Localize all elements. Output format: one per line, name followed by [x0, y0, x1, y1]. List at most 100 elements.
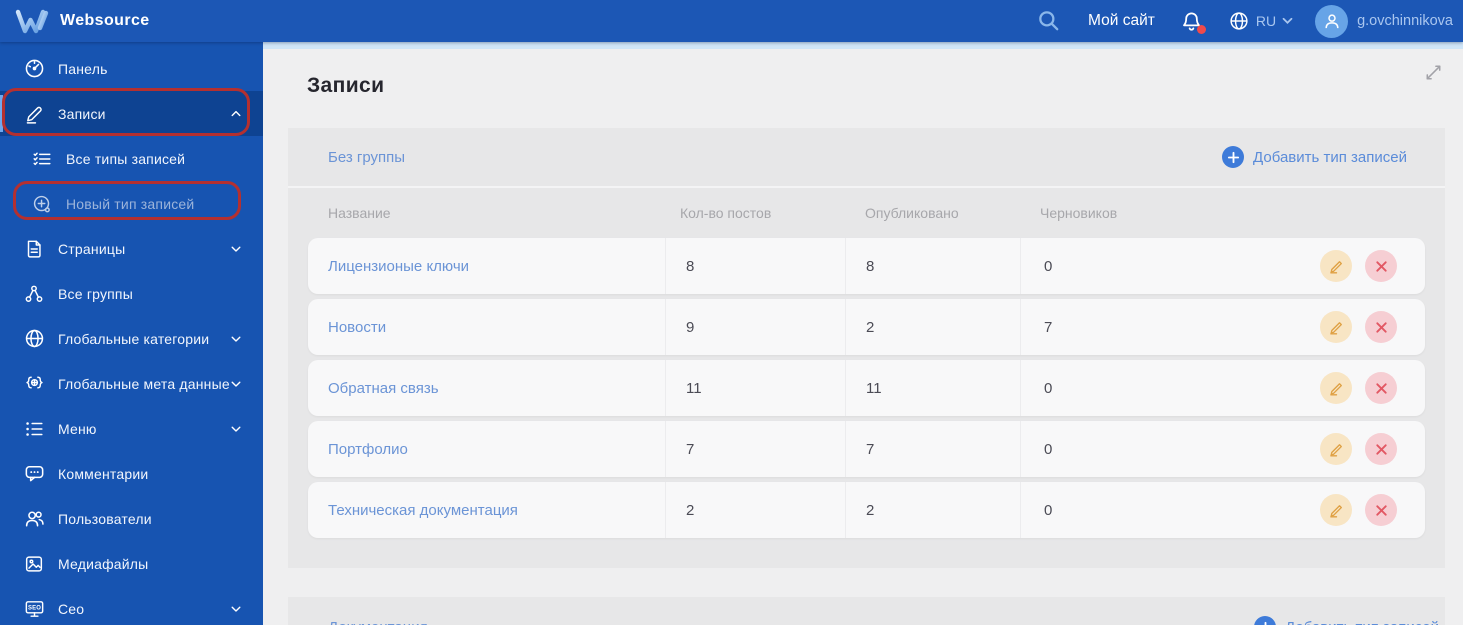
chevron-down-icon[interactable]	[229, 377, 243, 394]
sidebar-item-label: Пользователи	[58, 510, 152, 527]
delete-button[interactable]	[1365, 433, 1397, 465]
chevron-down-icon	[1282, 17, 1293, 25]
record-type-link[interactable]: Лицензионые ключи	[328, 258, 469, 275]
chevron-down-icon[interactable]	[229, 332, 243, 349]
published-count: 11	[845, 360, 1020, 416]
chevron-up-icon[interactable]	[229, 107, 243, 124]
table-row: Лицензионые ключи 8 8 0	[308, 238, 1425, 294]
language-selector[interactable]: RU	[1228, 10, 1293, 32]
row-actions	[1320, 372, 1397, 404]
chevron-down-icon[interactable]	[229, 422, 243, 439]
sidebar-item-pages[interactable]: Страницы	[0, 226, 263, 271]
add-button-label: Добавить тип записей	[1285, 619, 1439, 625]
posts-count: 8	[665, 238, 845, 294]
notification-badge	[1196, 24, 1206, 34]
comment-icon	[22, 462, 46, 486]
sidebar-item-new-record-type[interactable]: Новый тип записей	[0, 181, 263, 226]
brand-name: Websource	[60, 12, 150, 29]
sidebar-item-label: Меню	[58, 420, 97, 437]
my-site-link[interactable]: Мой сайт	[1088, 12, 1155, 30]
sidebar-item-all-record-types[interactable]: Все типы записей	[0, 136, 263, 181]
page-icon	[22, 237, 46, 261]
group-name-link[interactable]: Без группы	[328, 149, 405, 166]
sidebar-item-label: Сео	[58, 600, 85, 617]
published-count: 7	[845, 421, 1020, 477]
table-row: Обратная связь 11 11 0	[308, 360, 1425, 416]
record-type-link[interactable]: Техническая документация	[328, 502, 518, 519]
column-header-published: Опубликовано	[865, 205, 959, 221]
content-top-strip	[263, 42, 1463, 49]
brand-logo[interactable]: Websource	[0, 8, 150, 35]
media-icon	[22, 552, 46, 576]
edit-button[interactable]	[1320, 372, 1352, 404]
record-type-link[interactable]: Портфолио	[328, 441, 408, 458]
delete-button[interactable]	[1365, 311, 1397, 343]
sidebar-item-global-meta[interactable]: Глобальные мета данные	[0, 361, 263, 406]
sidebar-item-all-groups[interactable]: Все группы	[0, 271, 263, 316]
plus-icon	[1222, 146, 1245, 168]
sidebar-item-media[interactable]: Медиафайлы	[0, 541, 263, 586]
documentation-group-panel: Документация Добавить тип записей	[288, 597, 1445, 625]
account-menu[interactable]: g.ovchinnikova	[1315, 4, 1457, 38]
sidebar: Панель Записи Все типы записей Новый тип…	[0, 42, 263, 625]
group-header: Документация Добавить тип записей	[288, 597, 1445, 625]
group-header: Без группы Добавить тип записей	[288, 128, 1445, 188]
delete-button[interactable]	[1365, 250, 1397, 282]
sidebar-item-label: Глобальные категории	[58, 330, 210, 347]
drafts-count: 0	[1020, 482, 1150, 538]
posts-count: 11	[665, 360, 845, 416]
row-actions	[1320, 433, 1397, 465]
table-body: Лицензионые ключи 8 8 0 Новости 9 2 7 Об…	[288, 238, 1445, 538]
drafts-count: 0	[1020, 238, 1150, 294]
page-title: Записи	[307, 74, 385, 97]
sidebar-item-label: Панель	[58, 60, 108, 77]
column-header-posts: Кол-во постов	[680, 205, 772, 221]
delete-button[interactable]	[1365, 372, 1397, 404]
posts-count: 2	[665, 482, 845, 538]
user-icon	[1324, 14, 1339, 29]
list-check-icon	[30, 147, 54, 171]
sidebar-item-comments[interactable]: Комментарии	[0, 451, 263, 496]
meta-braces-icon	[22, 372, 46, 396]
expand-icon[interactable]	[1421, 60, 1445, 84]
edit-button[interactable]	[1320, 311, 1352, 343]
sidebar-item-label: Глобальные мета данные	[58, 375, 230, 392]
group-name-link[interactable]: Документация	[328, 619, 428, 625]
add-record-type-button[interactable]: Добавить тип записей	[1222, 146, 1407, 168]
record-type-link[interactable]: Новости	[328, 319, 386, 336]
sidebar-item-label: Все группы	[58, 285, 133, 302]
topbar-controls: Мой сайт RU g.ovchinnikova	[1036, 0, 1457, 42]
add-record-type-button[interactable]: Добавить тип записей	[1254, 616, 1439, 625]
edit-button[interactable]	[1320, 494, 1352, 526]
sidebar-item-seo[interactable]: SEO Сео	[0, 586, 263, 625]
seo-monitor-icon: SEO	[22, 597, 46, 621]
sidebar-item-label: Записи	[58, 105, 106, 122]
chevron-down-icon[interactable]	[229, 242, 243, 259]
sidebar-item-label: Комментарии	[58, 465, 149, 482]
column-header-drafts: Черновиков	[1040, 205, 1118, 221]
notifications-bell-icon[interactable]	[1179, 9, 1206, 34]
avatar	[1315, 4, 1349, 38]
sidebar-item-global-categories[interactable]: Глобальные категории	[0, 316, 263, 361]
chevron-down-icon[interactable]	[229, 602, 243, 619]
websource-logo-icon	[15, 9, 49, 33]
globe-icon	[22, 327, 46, 351]
nodes-icon	[22, 282, 46, 306]
sidebar-item-users[interactable]: Пользователи	[0, 496, 263, 541]
sidebar-item-dashboard[interactable]: Панель	[0, 46, 263, 91]
sidebar-item-menu[interactable]: Меню	[0, 406, 263, 451]
svg-text:SEO: SEO	[27, 606, 40, 612]
search-icon[interactable]	[1036, 8, 1062, 34]
pencil-icon	[22, 102, 46, 126]
table-row: Новости 9 2 7	[308, 299, 1425, 355]
edit-button[interactable]	[1320, 433, 1352, 465]
edit-button[interactable]	[1320, 250, 1352, 282]
record-type-link[interactable]: Обратная связь	[328, 380, 439, 397]
row-actions	[1320, 311, 1397, 343]
drafts-count: 7	[1020, 299, 1150, 355]
row-actions	[1320, 250, 1397, 282]
sidebar-item-records[interactable]: Записи	[0, 91, 263, 136]
posts-count: 9	[665, 299, 845, 355]
menu-list-icon	[22, 417, 46, 441]
delete-button[interactable]	[1365, 494, 1397, 526]
